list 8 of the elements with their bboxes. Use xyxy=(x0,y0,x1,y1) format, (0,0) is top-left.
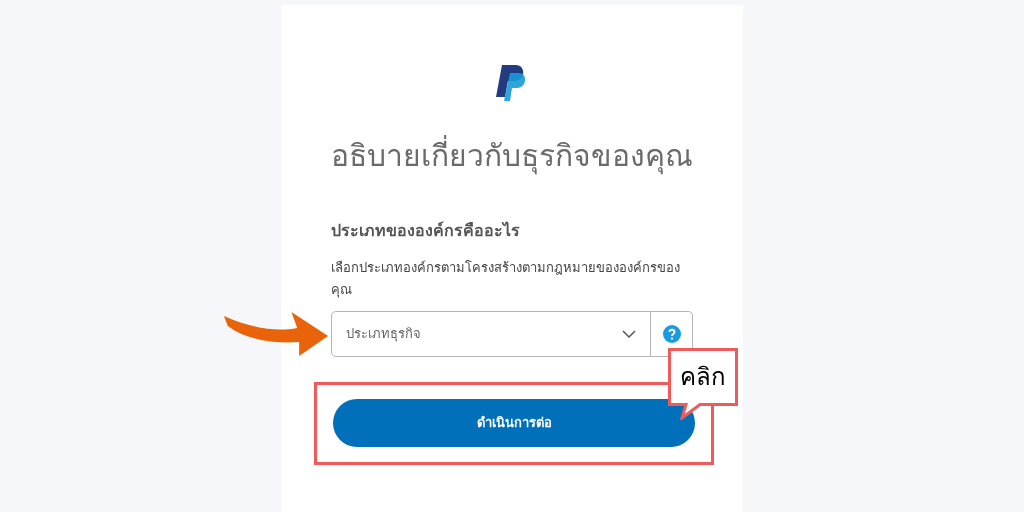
chevron-down-icon xyxy=(622,329,636,338)
section-heading: ประเภทขององค์กรคืออะไร xyxy=(331,219,521,242)
page-title: อธิบายเกี่ยวกับธุรกิจของคุณ xyxy=(331,137,693,175)
continue-button[interactable]: ดำเนินการต่อ xyxy=(333,399,695,447)
business-type-select[interactable]: ประเภทธุรกิจ xyxy=(331,310,651,357)
description-text: เลือกประเภทองค์กรตามโครงสร้างตามกฎหมายขององค์กรของคุณ xyxy=(331,258,681,300)
help-icon xyxy=(662,324,681,343)
select-placeholder: ประเภทธุรกิจ xyxy=(346,324,421,344)
